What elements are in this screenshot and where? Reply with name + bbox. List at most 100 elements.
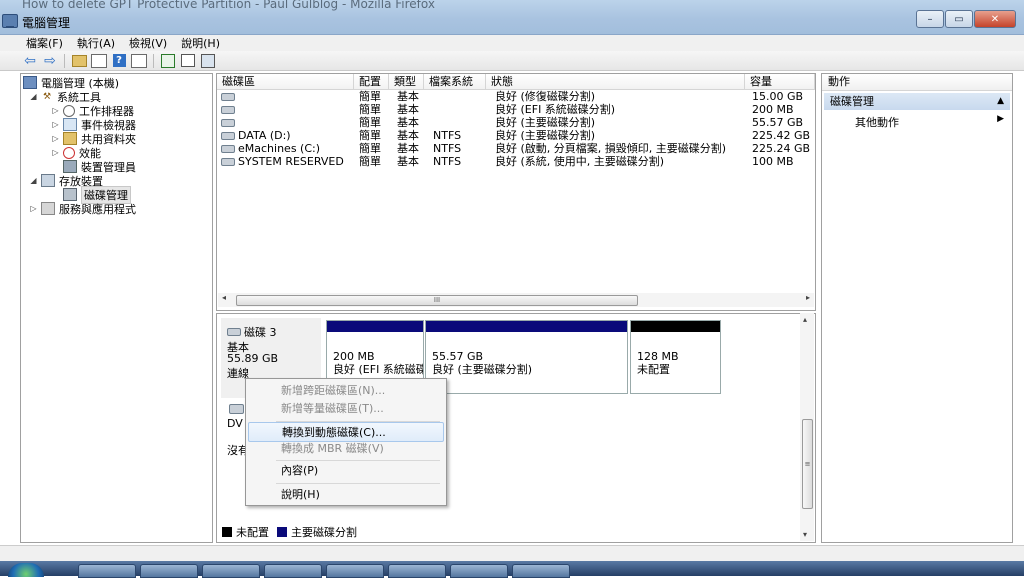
menu-view[interactable]: 檢視(V) [129, 35, 167, 51]
volume-row[interactable]: 簡單 基本 良好 (修復磁碟分割) 15.00 GB [217, 90, 815, 103]
dvd-label: DV [227, 417, 243, 430]
volume-status: 良好 (EFI 系統磁碟分割) [495, 103, 616, 116]
column-header-layout[interactable]: 配置 [354, 74, 389, 89]
disk-name: 磁碟 3 [244, 326, 277, 339]
column-header-status[interactable]: 狀態 [486, 74, 745, 89]
tree-item-services-apps[interactable]: ▷ 服務與應用程式 [29, 202, 136, 216]
disk-management-icon [63, 188, 77, 201]
hscroll-thumb[interactable]: III [236, 295, 638, 306]
column-header-filesystem[interactable]: 檔案系統 [424, 74, 486, 89]
partition-primary[interactable]: 55.57 GB 良好 (主要磁碟分割) [425, 320, 628, 394]
scroll-left-icon[interactable]: ◂ [222, 293, 226, 302]
start-button[interactable] [8, 563, 44, 577]
volume-name-cell: eMachines (C:) [221, 142, 353, 155]
tree-item-event-viewer[interactable]: ▷ 事件檢視器 [51, 118, 136, 132]
up-folder-icon[interactable] [71, 53, 87, 69]
tools-icon: ⚒ [42, 91, 52, 102]
device-manager-icon [63, 160, 77, 173]
menu-item-new-spanned-volume[interactable]: 新增跨距磁碟區(N)... [248, 381, 444, 401]
expand-right-icon[interactable]: ▷ [51, 148, 60, 157]
volume-row[interactable]: 簡單 基本 良好 (主要磁碟分割) 55.57 GB [217, 116, 815, 129]
menu-help[interactable]: 說明(H) [181, 35, 220, 51]
back-arrow-icon[interactable]: ⇦ [22, 53, 38, 69]
close-button[interactable]: ✕ [974, 10, 1016, 28]
refresh-icon[interactable] [160, 53, 176, 69]
volume-status: 良好 (啟動, 分頁檔案, 損毀傾印, 主要磁碟分割) [495, 142, 727, 155]
volume-icon [221, 145, 235, 153]
volume-name: SYSTEM RESERVED [238, 155, 344, 168]
expand-right-icon[interactable]: ▷ [29, 204, 38, 213]
partition-status: 未配置 [637, 363, 670, 376]
volume-row[interactable]: DATA (D:) 簡單 基本 NTFS 良好 (主要磁碟分割) 225.42 … [217, 129, 815, 142]
expand-right-icon[interactable]: ▷ [51, 106, 60, 115]
menu-item-properties[interactable]: 內容(P) [248, 461, 444, 481]
show-hide-action-icon[interactable] [131, 53, 147, 69]
expand-down-icon[interactable]: ◢ [29, 92, 38, 101]
minimize-button[interactable]: – [916, 10, 944, 28]
volume-type: 基本 [397, 90, 419, 103]
show-hide-tree-icon[interactable] [91, 53, 107, 69]
menu-action[interactable]: 執行(A) [77, 35, 115, 51]
tree-item-root[interactable]: 電腦管理 (本機) [23, 76, 119, 90]
volume-name-cell [221, 90, 353, 103]
menu-separator [276, 483, 440, 484]
action-more-actions[interactable]: 其他動作 [855, 114, 899, 130]
menu-file[interactable]: 檔案(F) [26, 35, 63, 51]
partition-bar [631, 321, 720, 332]
help-icon[interactable]: ? [111, 53, 127, 69]
vscroll-thumb[interactable]: ≡ [802, 419, 813, 509]
tree-item-device-manager[interactable]: 裝置管理員 [63, 160, 136, 174]
volume-status: 良好 (修復磁碟分割) [495, 90, 596, 103]
volume-name-cell: DATA (D:) [221, 129, 353, 142]
expand-right-icon[interactable]: ▷ [51, 120, 60, 129]
menu-item-help[interactable]: 說明(H) [248, 485, 444, 505]
volume-name: DATA (D:) [238, 129, 291, 142]
volume-row[interactable]: SYSTEM RESERVED 簡單 基本 NTFS 良好 (系統, 使用中, … [217, 155, 815, 168]
volume-fs: NTFS [433, 129, 462, 142]
volume-list-hscrollbar[interactable]: ◂ III ▸ [218, 293, 814, 307]
volume-capacity: 100 MB [752, 155, 794, 168]
scroll-right-icon[interactable]: ▸ [806, 293, 810, 302]
tree-item-task-scheduler[interactable]: ▷ 工作排程器 [51, 104, 134, 118]
column-header-capacity[interactable]: 容量 [745, 74, 815, 89]
properties-icon[interactable] [200, 53, 216, 69]
volume-row[interactable]: eMachines (C:) 簡單 基本 NTFS 良好 (啟動, 分頁檔案, … [217, 142, 815, 155]
column-header-type[interactable]: 類型 [389, 74, 424, 89]
partition-unallocated[interactable]: 128 MB 未配置 [630, 320, 721, 394]
window-title: 電腦管理 [22, 16, 71, 30]
tree-item-performance[interactable]: ▷ 效能 [51, 146, 101, 160]
volume-type: 基本 [397, 129, 419, 142]
volume-status: 良好 (系統, 使用中, 主要磁碟分割) [495, 155, 665, 168]
forward-arrow-icon[interactable]: ⇨ [42, 53, 58, 69]
expand-down-icon[interactable]: ◢ [29, 176, 38, 185]
partition-status: 良好 (主要磁碟分割) [432, 363, 533, 376]
context-menu: 新增跨距磁碟區(N)... 新增等量磁碟區(T)... 轉換到動態磁碟(C)..… [245, 378, 447, 506]
export-icon[interactable] [180, 53, 196, 69]
legend-swatch-unallocated [222, 527, 232, 537]
toolbar: ⇦ ⇨ ? [0, 51, 1024, 71]
maximize-button[interactable]: ▭ [945, 10, 973, 28]
disk-map-vscrollbar[interactable]: ▴ ≡ ▾ [800, 313, 814, 541]
submenu-arrow-icon[interactable]: ▶ [997, 114, 1004, 124]
title-bar: How to delete GPT Protective Partition -… [0, 0, 1024, 35]
actions-section-disk-management[interactable]: 磁碟管理 ▲ [824, 93, 1010, 110]
tree-item-disk-management[interactable]: 磁碟管理 [63, 185, 131, 204]
volume-icon [221, 93, 235, 101]
menu-bar: 檔案(F) 執行(A) 檢視(V) 說明(H) [0, 35, 1024, 51]
volume-list-header: 磁碟區 配置 類型 檔案系統 狀態 容量 [217, 74, 815, 90]
volume-name-cell: SYSTEM RESERVED [221, 155, 353, 168]
menu-item-convert-to-mbr[interactable]: 轉換成 MBR 磁碟(V) [248, 439, 444, 459]
actions-pane: 動作 磁碟管理 ▲ 其他動作 ▶ [821, 73, 1013, 543]
column-header-volume[interactable]: 磁碟區 [217, 74, 354, 89]
tree-item-shared-folders[interactable]: ▷ 共用資料夾 [51, 132, 136, 146]
status-bar [0, 545, 1024, 562]
expand-right-icon[interactable]: ▷ [51, 134, 60, 143]
disk-size: 55.89 GB [227, 352, 279, 365]
menu-item-new-striped-volume[interactable]: 新增等量磁碟區(T)... [248, 399, 444, 419]
tree-label: 服務與應用程式 [59, 202, 136, 216]
scroll-up-icon[interactable]: ▴ [803, 315, 807, 324]
collapse-icon[interactable]: ▲ [997, 93, 1004, 110]
tree-item-system-tools[interactable]: ◢ ⚒ 系統工具 [29, 90, 101, 104]
scroll-down-icon[interactable]: ▾ [803, 530, 807, 539]
volume-row[interactable]: 簡單 基本 良好 (EFI 系統磁碟分割) 200 MB [217, 103, 815, 116]
